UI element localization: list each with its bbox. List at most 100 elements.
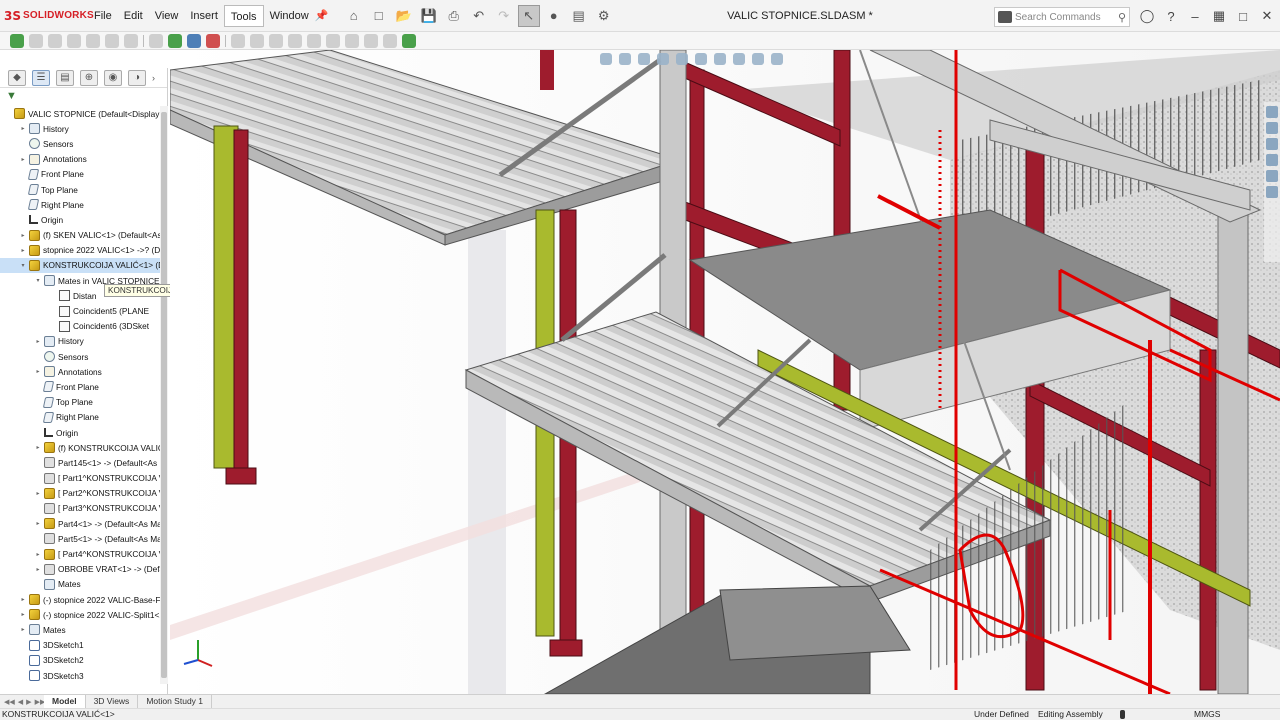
menu-item-view[interactable]: View	[149, 5, 185, 27]
status-units[interactable]: MMGS	[1194, 709, 1220, 720]
more-tabs-chevron-icon[interactable]: ›	[152, 73, 155, 83]
user-account-icon[interactable]: ◯	[1136, 5, 1158, 27]
tab-motion-study-1[interactable]: Motion Study 1	[138, 694, 213, 709]
graphics-area[interactable]	[170, 50, 1280, 694]
exploded-view-icon[interactable]	[364, 33, 378, 48]
tree-item[interactable]: Coincident6 (3DSket	[0, 319, 160, 334]
expand-toggle-icon[interactable]: ▸	[34, 368, 42, 375]
expand-toggle-icon[interactable]: ▸	[19, 626, 27, 633]
new-document-icon[interactable]: □	[368, 5, 390, 27]
show-hidden-icon[interactable]	[269, 33, 283, 48]
search-input[interactable]: Search Commands	[1015, 12, 1115, 23]
redo-icon[interactable]: ↷	[493, 5, 515, 27]
search-commands[interactable]: Search Commands ⚲	[994, 7, 1130, 27]
tab-3d-views[interactable]: 3D Views	[86, 694, 139, 709]
menu-item-tools[interactable]: Tools	[223, 4, 264, 27]
pattern-tool-icon[interactable]	[149, 33, 163, 48]
disabled-tool-icon[interactable]	[29, 33, 43, 48]
3d-model-viewport[interactable]	[170, 50, 1280, 694]
insert-component-icon[interactable]	[168, 33, 182, 48]
tree-item[interactable]: ▸ stopnice 2022 VALIC<1> ->? (Def	[0, 243, 160, 258]
move-component-icon[interactable]	[250, 33, 264, 48]
expand-toggle-icon[interactable]: ▸	[34, 520, 42, 527]
tree-item[interactable]: ▸ (-) stopnice 2022 VALIC-Split1<1>	[0, 607, 160, 622]
apply-scene-icon[interactable]	[752, 53, 764, 65]
tree-item[interactable]: ▸ (-) stopnice 2022 VALIC-Base-Flar	[0, 592, 160, 607]
expand-toggle-icon[interactable]: ▸	[34, 566, 42, 573]
tree-item[interactable]: ▸ OBROBE VRAT<1> -> (Defau	[0, 562, 160, 577]
solidworks-resources-icon[interactable]	[1266, 106, 1278, 118]
expand-toggle-icon[interactable]: ▸	[34, 338, 42, 345]
tree-item[interactable]: Sensors	[0, 349, 160, 364]
select-cursor-icon[interactable]: ↖	[517, 4, 540, 27]
file-explorer-icon[interactable]	[1266, 138, 1278, 150]
help-icon[interactable]: ?	[1160, 5, 1182, 27]
home-icon[interactable]: ⌂	[343, 5, 365, 27]
instant3d-icon[interactable]	[383, 33, 397, 48]
tree-item[interactable]: Part145<1> -> (Default<As M	[0, 455, 160, 470]
tree-scrollbar[interactable]	[160, 106, 168, 684]
disabled-tool-icon[interactable]	[48, 33, 62, 48]
tree-item[interactable]: Sensors	[0, 136, 160, 151]
undo-icon[interactable]: ↶	[468, 5, 490, 27]
tree-item[interactable]: ▸ Annotations	[0, 152, 160, 167]
dimxpert-manager-tab-icon[interactable]: ◉	[104, 69, 122, 86]
tree-item[interactable]: ▸ (f) SKEN VALIC<1> (Default<As M	[0, 228, 160, 243]
expand-toggle-icon[interactable]: ▸	[34, 444, 42, 451]
options-gear-icon[interactable]: ⚙	[593, 5, 615, 27]
tree-item[interactable]: ▸ (f) KONSTRUKCOIJA VALIĆ<1	[0, 440, 160, 455]
expand-toggle-icon[interactable]: ▸	[19, 125, 27, 132]
mate-tool-icon[interactable]	[187, 33, 201, 48]
edit-appearance-icon[interactable]	[733, 53, 745, 65]
appearances-icon[interactable]	[1266, 170, 1278, 182]
first-tab-arrow-icon[interactable]: ◀◀	[4, 698, 15, 706]
tree-item[interactable]: Right Plane	[0, 197, 160, 212]
scrollbar-thumb[interactable]	[161, 112, 167, 678]
tree-item[interactable]: 3DSketch1	[0, 638, 160, 653]
display-pane-icon[interactable]: ◆	[8, 69, 26, 86]
tree-item[interactable]: Part5<1> -> (Default<As Ma	[0, 531, 160, 546]
expand-toggle-icon[interactable]: ▸	[19, 156, 27, 163]
feature-manager-tab-icon[interactable]: ☰	[32, 69, 50, 86]
tree-item[interactable]: ▸ History	[0, 121, 160, 136]
expand-toggle-icon[interactable]: ▸	[19, 611, 27, 618]
zoom-area-icon[interactable]	[619, 53, 631, 65]
property-manager-tab-icon[interactable]: ▤	[56, 69, 74, 86]
tree-item[interactable]: Coincident5 (PLANE	[0, 303, 160, 318]
disabled-tool-icon[interactable]	[124, 33, 138, 48]
tree-item[interactable]: Right Plane	[0, 410, 160, 425]
search-scope-icon[interactable]	[998, 11, 1012, 23]
tree-item[interactable]: Front Plane	[0, 379, 160, 394]
rebuild-indicator-icon[interactable]	[1120, 710, 1125, 719]
next-tab-arrow-icon[interactable]: ▶	[26, 698, 31, 706]
expand-toggle-icon[interactable]: ▾	[34, 277, 42, 284]
tree-item[interactable]: ▸ [ Part4^KONSTRUKCOIJA VAL	[0, 546, 160, 561]
bill-of-materials-icon[interactable]	[345, 33, 359, 48]
maximize-icon[interactable]: □	[1232, 5, 1254, 27]
disabled-tool-icon[interactable]	[86, 33, 100, 48]
open-folder-icon[interactable]: 📂	[393, 5, 415, 27]
expand-toggle-icon[interactable]: ▸	[34, 551, 42, 558]
tree-item[interactable]: Top Plane	[0, 182, 160, 197]
tree-item[interactable]: ▸ Annotations	[0, 364, 160, 379]
menu-item-insert[interactable]: Insert	[184, 5, 224, 27]
solidworks-logo[interactable]: 3S SOLIDWORKS	[4, 9, 94, 23]
disabled-tool-icon[interactable]	[67, 33, 81, 48]
tree-item[interactable]: VALIC STOPNICE (Default<Display	[0, 106, 160, 121]
close-icon[interactable]: ✕	[1256, 5, 1278, 27]
tree-item[interactable]: Origin	[0, 425, 160, 440]
save-icon[interactable]: 💾	[418, 5, 440, 27]
update-speedpak-icon[interactable]	[402, 33, 416, 48]
print-icon[interactable]: ⎙	[443, 5, 465, 27]
tree-item[interactable]: ▸ History	[0, 334, 160, 349]
tile-windows-icon[interactable]: ▦	[1208, 5, 1230, 27]
custom-properties-icon[interactable]	[1266, 186, 1278, 198]
menu-item-edit[interactable]: Edit	[118, 5, 149, 27]
tree-item[interactable]: ▸ [ Part2^KONSTRUKCOIJA VAL	[0, 486, 160, 501]
disabled-tool-icon[interactable]	[105, 33, 119, 48]
display-style-icon[interactable]	[695, 53, 707, 65]
tree-item[interactable]: Front Plane	[0, 167, 160, 182]
smart-fasteners-icon[interactable]	[231, 33, 245, 48]
menu-item-window[interactable]: Window	[264, 5, 315, 27]
view-orientation-icon[interactable]	[676, 53, 688, 65]
